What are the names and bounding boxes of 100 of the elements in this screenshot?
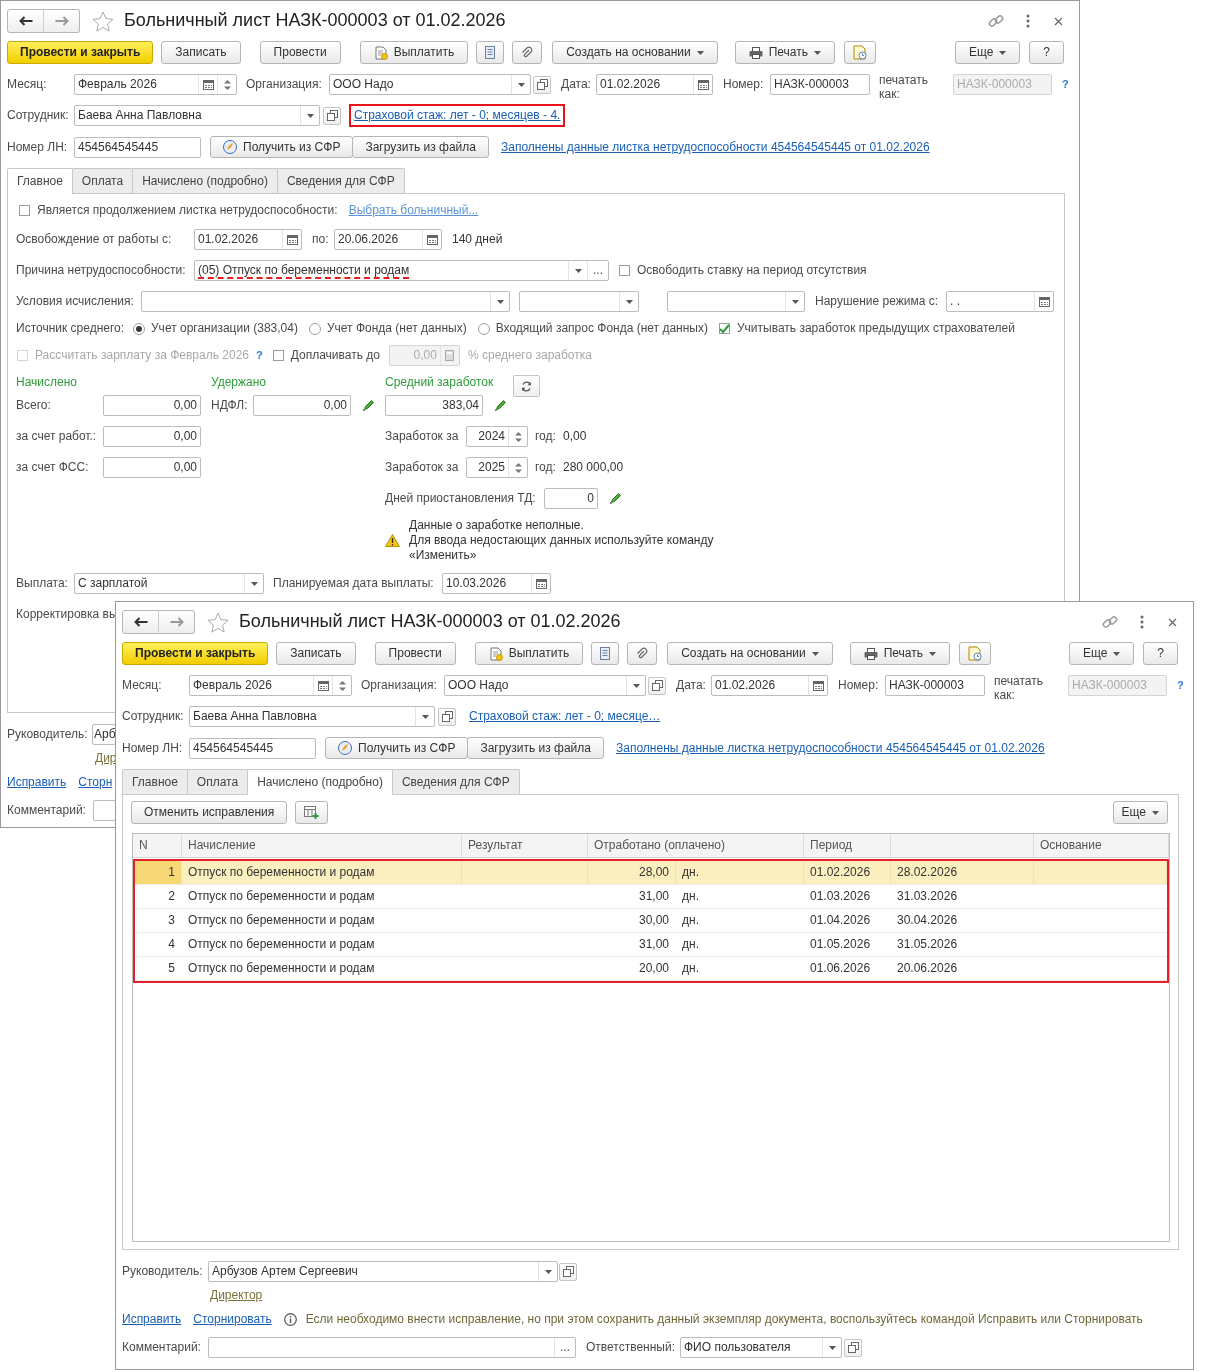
checkbox[interactable] xyxy=(19,205,30,216)
column-header[interactable]: Начисление xyxy=(182,834,462,857)
radio-button[interactable] xyxy=(477,322,490,335)
date-to-field[interactable]: 20.06.2026 xyxy=(334,229,442,250)
date-field[interactable]: 01.02.2026 xyxy=(711,675,828,696)
month-field[interactable]: Февраль 2026 xyxy=(74,74,237,95)
table-row[interactable]: 2 Отпуск по беременности и родам 31,00 дн. 01.03.2026 31.03.2026 xyxy=(135,885,1167,909)
manager-field[interactable]: Арбузов Артем Сергеевич xyxy=(208,1261,558,1282)
tab[interactable]: Сведения для СФР xyxy=(391,769,520,794)
open-button[interactable] xyxy=(844,1338,862,1357)
amount-field[interactable]: 0,00 xyxy=(103,457,201,478)
toolbar-button[interactable]: Провести и закрыть xyxy=(122,642,269,665)
toolbar-button[interactable] xyxy=(591,642,620,665)
load-file-button[interactable]: Загрузить из файла xyxy=(467,737,604,759)
refresh-button[interactable] xyxy=(513,375,541,397)
toolbar-button[interactable] xyxy=(627,642,658,665)
close-icon[interactable] xyxy=(1054,16,1063,26)
radio-button[interactable] xyxy=(133,322,145,335)
year-field[interactable]: 2025 xyxy=(466,457,528,478)
tab[interactable]: Главное xyxy=(122,769,188,794)
cancel-corrections-button[interactable]: Отменить исправления xyxy=(131,801,288,824)
checkbox[interactable] xyxy=(619,265,630,276)
column-header[interactable]: Отработано (оплачено) xyxy=(588,834,804,857)
column-header[interactable]: Результат xyxy=(462,834,588,857)
responsible-field[interactable]: ФИО пользователя xyxy=(680,1337,842,1358)
sfr-button[interactable]: Получить из СФР xyxy=(210,136,354,158)
conditions-field[interactable] xyxy=(519,291,639,312)
star-icon[interactable] xyxy=(92,10,114,32)
toolbar-button[interactable]: ? xyxy=(1029,41,1064,64)
pencil-icon[interactable] xyxy=(494,399,507,412)
open-button[interactable] xyxy=(533,75,551,94)
open-button[interactable] xyxy=(438,707,456,726)
pencil-icon[interactable] xyxy=(362,399,375,412)
conditions-field[interactable] xyxy=(141,291,510,312)
toolbar-button[interactable]: Провести xyxy=(259,41,341,64)
calendar-button[interactable] xyxy=(198,75,217,94)
toolbar-button[interactable]: Провести и закрыть xyxy=(7,41,154,64)
checkbox[interactable] xyxy=(718,323,730,334)
more-button[interactable]: Еще xyxy=(1112,801,1168,824)
column-header[interactable]: Период xyxy=(804,834,891,857)
date-from-field[interactable]: 01.02.2026 xyxy=(194,229,302,250)
column-header[interactable]: Основание xyxy=(1034,834,1169,857)
payment-field[interactable]: С зарплатой xyxy=(74,573,264,594)
toolbar-button[interactable] xyxy=(844,41,876,64)
toolbar-button[interactable]: Записать xyxy=(276,642,356,665)
insurance-link[interactable]: Страховой стаж: лет - 0; месяцев - 4. xyxy=(349,104,566,127)
toolbar-button[interactable] xyxy=(512,41,543,64)
tab[interactable]: Начислено (подробно) xyxy=(247,769,393,795)
calendar-button[interactable] xyxy=(422,230,441,249)
year-field[interactable]: 2024 xyxy=(466,426,528,447)
toolbar-button[interactable]: Записать xyxy=(161,41,241,64)
toolbar-button[interactable]: Выплатить xyxy=(474,642,584,665)
back-button[interactable] xyxy=(122,610,159,634)
more-icon[interactable] xyxy=(1026,14,1030,28)
load-file-button[interactable]: Загрузить из файла xyxy=(352,136,489,158)
fix-link[interactable]: Сторнировать xyxy=(193,1311,272,1327)
tab[interactable]: Оплата xyxy=(186,769,249,794)
select-button[interactable]: ... xyxy=(554,1338,575,1357)
tab[interactable]: Сведения для СФР xyxy=(276,168,405,193)
organization-field[interactable]: ООО Надо xyxy=(444,675,646,696)
toolbar-button[interactable]: Создать на основании xyxy=(667,642,833,665)
month-field[interactable]: Февраль 2026 xyxy=(189,675,352,696)
amount-field[interactable]: 0,00 xyxy=(253,395,351,416)
open-button[interactable] xyxy=(648,676,666,695)
toolbar-button[interactable]: Еще xyxy=(1068,642,1135,665)
calendar-button[interactable] xyxy=(808,676,827,695)
table-row[interactable]: 3 Отпуск по беременности и родам 30,00 дн. 01.04.2026 30.04.2026 xyxy=(135,909,1167,933)
fix-link[interactable]: Исправить xyxy=(122,1311,182,1327)
calendar-button[interactable] xyxy=(693,75,712,94)
open-button[interactable] xyxy=(559,1262,577,1281)
manager-field[interactable]: Арб xyxy=(92,724,116,745)
fix-link[interactable]: Исправить xyxy=(7,774,67,790)
average-field[interactable]: 383,04 xyxy=(385,395,483,416)
toolbar-button[interactable]: Выплатить xyxy=(359,41,469,64)
employee-field[interactable]: Баева Анна Павловна xyxy=(74,105,320,126)
help-link[interactable]: ? xyxy=(1177,678,1184,693)
calendar-button[interactable] xyxy=(282,230,301,249)
conditions-field[interactable] xyxy=(667,291,805,312)
ln-number-field[interactable]: 454564545445 xyxy=(74,136,201,158)
date-field[interactable]: 01.02.2026 xyxy=(596,74,713,95)
table-row[interactable]: 5 Отпуск по беременности и родам 20,00 дн. 01.06.2026 20.06.2026 xyxy=(135,957,1167,981)
position-link[interactable]: Директор xyxy=(210,1287,263,1303)
filled-data-link[interactable]: Заполнены данные листка нетрудоспособности 454564545445 от 01.02.2026 xyxy=(616,740,1045,756)
more-icon[interactable] xyxy=(1140,615,1144,629)
calendar-button[interactable] xyxy=(1034,292,1053,311)
employee-field[interactable]: Баева Анна Павловна xyxy=(189,706,435,727)
insurance-link[interactable]: Страховой стаж: лет - 0; месяце… xyxy=(464,705,666,728)
calendar-button[interactable] xyxy=(531,574,550,593)
days-field[interactable]: 0 xyxy=(544,488,598,509)
tab[interactable]: Главное xyxy=(7,168,73,194)
link-icon[interactable] xyxy=(1102,614,1118,630)
amount-field[interactable]: 0,00 xyxy=(103,395,201,416)
radio-button[interactable] xyxy=(308,322,321,335)
toolbar-button[interactable]: Еще xyxy=(954,41,1021,64)
number-field[interactable]: НАЗК-000003 xyxy=(770,74,870,95)
column-header[interactable]: N xyxy=(133,834,182,857)
close-icon[interactable] xyxy=(1168,617,1177,627)
open-button[interactable] xyxy=(323,106,341,125)
comment-field[interactable]: ... xyxy=(208,1337,576,1358)
table-row[interactable]: 4 Отпуск по беременности и родам 31,00 дн. 01.05.2026 31.05.2026 xyxy=(135,933,1167,957)
